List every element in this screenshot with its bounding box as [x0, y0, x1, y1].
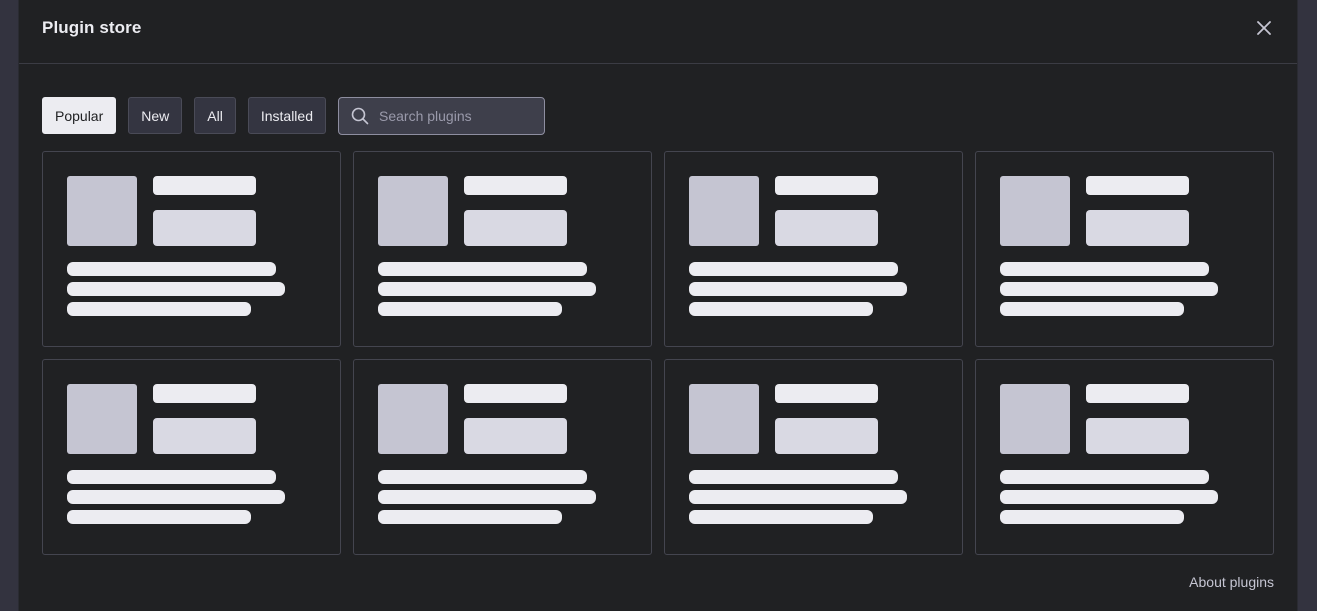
skeleton-description-line	[378, 490, 596, 504]
skeleton-install-button	[1086, 210, 1189, 246]
skeleton-description-line	[67, 510, 251, 524]
skeleton-description-line	[67, 282, 285, 296]
skeleton-logo	[67, 176, 137, 246]
skeleton-logo	[67, 384, 137, 454]
skeleton-description-line	[1000, 282, 1218, 296]
filter-installed-button[interactable]: Installed	[247, 97, 326, 134]
plugin-store-modal: Plugin store Popular New All Installed S…	[18, 0, 1298, 611]
skeleton-description-line	[1000, 510, 1184, 524]
about-plugins-link[interactable]: About plugins	[1189, 574, 1274, 590]
plugin-grid	[42, 151, 1274, 555]
plugin-card-skeleton	[42, 151, 341, 347]
filter-new-button[interactable]: New	[128, 97, 183, 134]
skeleton-description-line	[1000, 470, 1209, 484]
skeleton-install-button	[153, 418, 256, 454]
skeleton-logo	[1000, 384, 1070, 454]
skeleton-description-line	[378, 262, 587, 276]
skeleton-name	[1086, 384, 1189, 403]
skeleton-install-button	[775, 418, 878, 454]
plugin-card-skeleton	[664, 359, 963, 555]
close-icon	[1257, 21, 1271, 35]
skeleton-install-button	[775, 210, 878, 246]
search-icon	[351, 107, 369, 125]
filter-popular-button[interactable]: Popular	[42, 97, 117, 134]
plugin-card-skeleton	[975, 359, 1274, 555]
skeleton-description-line	[689, 302, 873, 316]
plugin-card-skeleton	[353, 359, 652, 555]
skeleton-description-line	[378, 302, 562, 316]
skeleton-description-line	[689, 510, 873, 524]
skeleton-description-line	[1000, 262, 1209, 276]
skeleton-logo	[689, 176, 759, 246]
filter-all-button[interactable]: All	[194, 97, 236, 134]
skeleton-description-line	[689, 282, 907, 296]
skeleton-description-line	[67, 490, 285, 504]
plugin-card-skeleton	[353, 151, 652, 347]
skeleton-description-line	[67, 262, 276, 276]
skeleton-name	[775, 384, 878, 403]
skeleton-description-line	[1000, 490, 1218, 504]
skeleton-logo	[378, 384, 448, 454]
skeleton-description-line	[67, 302, 251, 316]
search-box[interactable]	[338, 97, 545, 135]
plugin-card-skeleton	[42, 359, 341, 555]
skeleton-name	[464, 176, 567, 195]
close-button[interactable]	[1253, 17, 1275, 39]
skeleton-install-button	[464, 210, 567, 246]
filter-toolbar: Popular New All Installed	[42, 97, 545, 135]
search-input[interactable]	[379, 108, 529, 124]
skeleton-description-line	[689, 470, 898, 484]
skeleton-name	[153, 176, 256, 195]
skeleton-install-button	[1086, 418, 1189, 454]
skeleton-description-line	[378, 282, 596, 296]
modal-title: Plugin store	[42, 18, 142, 37]
skeleton-install-button	[153, 210, 256, 246]
skeleton-name	[775, 176, 878, 195]
skeleton-description-line	[689, 262, 898, 276]
modal-header: Plugin store	[19, 0, 1297, 64]
skeleton-name	[1086, 176, 1189, 195]
skeleton-logo	[1000, 176, 1070, 246]
skeleton-description-line	[378, 510, 562, 524]
plugin-card-skeleton	[975, 151, 1274, 347]
skeleton-install-button	[464, 418, 567, 454]
skeleton-name	[153, 384, 256, 403]
skeleton-logo	[689, 384, 759, 454]
skeleton-logo	[378, 176, 448, 246]
skeleton-description-line	[1000, 302, 1184, 316]
skeleton-description-line	[378, 470, 587, 484]
plugin-card-skeleton	[664, 151, 963, 347]
skeleton-name	[464, 384, 567, 403]
skeleton-description-line	[689, 490, 907, 504]
skeleton-description-line	[67, 470, 276, 484]
